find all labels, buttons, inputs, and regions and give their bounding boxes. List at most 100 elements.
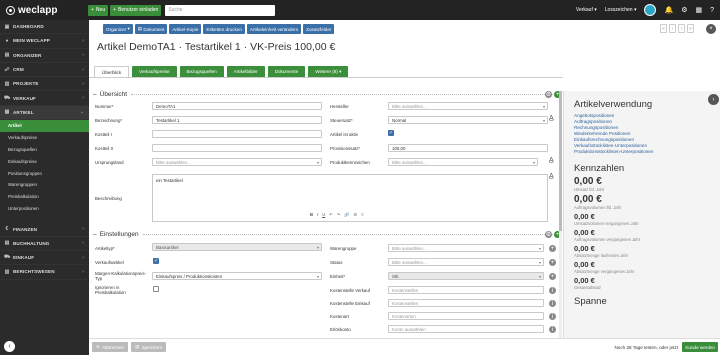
tab-ueberblick[interactable]: Überblick <box>94 66 130 77</box>
undo-icon[interactable]: ↶ <box>329 212 333 218</box>
status-select[interactable]: Bitte auswählen... ▾ <box>388 258 544 266</box>
provision-field[interactable]: 100,00 <box>388 144 548 152</box>
italic-icon[interactable]: I <box>317 212 318 218</box>
avatar[interactable] <box>644 4 657 16</box>
close-icon[interactable]: × <box>706 24 716 34</box>
invite-user-button[interactable]: + Benutzer einladen <box>110 4 162 16</box>
bezeichnung-field[interactable]: Testartikel 1 <box>152 116 322 124</box>
organizer-button[interactable]: Organizer ▾ <box>103 24 133 34</box>
bold-icon[interactable]: B <box>310 212 313 218</box>
collapse-sidebar-icon[interactable]: ‹ <box>4 340 15 352</box>
sidebar-item-dashboard[interactable]: ▣ DASHBOARD <box>0 20 89 35</box>
main-scrollbar[interactable] <box>559 91 562 338</box>
tab-bezugsquellen[interactable]: Bezugsquellen <box>179 66 224 77</box>
copy-article-button[interactable]: Artikel-Kopie <box>169 24 202 34</box>
tab-dokumente[interactable]: Dokumente <box>267 66 306 77</box>
einheit-select[interactable]: Stk. ▾ <box>388 272 544 280</box>
prev-record-icon[interactable]: ‹ <box>669 24 676 33</box>
sidebar-item-mein-weclapp[interactable]: ● MEIN WECLAPP › <box>0 34 89 49</box>
beschreibung-editor[interactable]: ein Testartikel B I U ↶ ↷ 🔗 ☰ ≡ <box>152 174 548 222</box>
ignorieren-checkbox[interactable] <box>153 286 159 292</box>
sidebar-item-buchhaltung[interactable]: ▤ BUCHHALTUNG › <box>0 237 89 252</box>
sidebar-item-berichtswesen[interactable]: ▥ BERICHTSWESEN › <box>0 265 89 280</box>
sidebar-subitem-positionsgruppen[interactable]: Positionsgruppen <box>0 167 89 179</box>
become-customer-button[interactable]: Kunde werden <box>682 342 718 352</box>
sidebar-item-crm[interactable]: ☍ CRM › <box>0 63 89 78</box>
ursprungsland-select[interactable]: Bitte auswählen... ▾ <box>152 158 322 166</box>
password-menu[interactable]: Losszeichen ▾ <box>605 7 637 13</box>
kpi-label: Absatzmenge vergangenes Jahr <box>574 269 635 274</box>
sales-menu[interactable]: Verkauf ▾ <box>576 7 597 13</box>
search-input[interactable]: Suche <box>165 4 276 16</box>
crm-icon: ☍ <box>4 66 10 73</box>
add-warengruppe-icon[interactable]: + <box>549 245 556 252</box>
info-icon[interactable]: i <box>549 287 556 294</box>
sidebar-item-artikel[interactable]: ▦ ARTIKEL ⌄ <box>0 105 89 121</box>
settings-icon[interactable]: ⚙ <box>545 91 552 98</box>
weclapp-logo[interactable]: weclapp <box>0 5 88 16</box>
usage-link[interactable]: Produktionsstücklisten-Unterpositionen <box>574 149 720 155</box>
info-icon[interactable]: i <box>549 313 556 320</box>
ordered-list-icon[interactable]: ≡ <box>361 212 363 218</box>
einheit-label: Einheit* <box>330 274 346 279</box>
info-icon[interactable]: i <box>549 326 556 333</box>
kostteil2-field[interactable] <box>152 144 322 152</box>
link-icon[interactable]: 🔗 <box>344 212 349 218</box>
change-unit-button[interactable]: Artikeleinheit verändern <box>246 24 302 34</box>
aktiv-checkbox[interactable] <box>388 130 394 136</box>
add-einheit-icon[interactable]: + <box>549 273 556 280</box>
tab-artikelbilder[interactable]: Artikelbilder <box>226 66 265 77</box>
steuersatz-select[interactable]: Normal ▾ <box>388 116 548 124</box>
erloeskonto-select[interactable]: Konto auswählen <box>388 325 544 333</box>
document-button[interactable]: ▤ Dokument <box>134 24 168 34</box>
bell-icon[interactable]: 🔔 <box>664 6 673 14</box>
kst-verkauf-select[interactable]: Kostenstellen <box>388 286 544 294</box>
save-button[interactable]: ▤ Speichern <box>131 342 167 352</box>
sidebar-subitem-preiskalkulation[interactable]: Preiskalkulation <box>0 191 89 203</box>
sidebar-subitem-warengruppen[interactable]: Warengruppen <box>0 179 89 191</box>
verkaufsartikel-checkbox[interactable] <box>153 258 159 264</box>
sidebar-item-einkauf[interactable]: ⛟ EINKAUF › <box>0 251 89 266</box>
tab-verkaufspreise[interactable]: Verkaufspreise <box>132 66 177 77</box>
sidebar-item-finanzen[interactable]: € FINANZEN › <box>0 222 89 237</box>
underline-icon[interactable]: U <box>322 212 325 218</box>
next-record-icon[interactable]: › <box>678 24 685 33</box>
unordered-list-icon[interactable]: ☰ <box>353 212 357 218</box>
margen-select[interactable]: Einkaufspreis / Produktionskosten ▾ <box>152 272 322 280</box>
grid-icon[interactable]: ▦ <box>695 6 702 14</box>
logo-icon <box>6 5 15 15</box>
artikeltyp-select[interactable]: Basisartikel ▾ <box>152 243 322 251</box>
nummer-field[interactable]: DemoTA1 <box>152 102 322 110</box>
help-icon[interactable]: ? <box>710 7 714 14</box>
sidebar-item-projekte[interactable]: ▥ PROJEKTE › <box>0 77 89 92</box>
sidebar-subitem-artikel[interactable]: Artikel <box>0 120 89 132</box>
last-record-icon[interactable]: » <box>687 24 694 33</box>
settings-icon[interactable]: ⚙ <box>545 231 552 238</box>
hersteller-select[interactable]: Bitte auswählen... ▾ <box>388 102 548 110</box>
first-record-icon[interactable]: « <box>660 24 667 33</box>
sidebar-item-verkauf[interactable]: ⛟ VERKAUF › <box>0 91 89 106</box>
sidebar-subitem-bezugsquellen[interactable]: Bezugsquellen <box>0 144 89 156</box>
cancel-button[interactable]: ⊘ Abbrechen <box>92 342 129 352</box>
redo-icon[interactable]: ↷ <box>337 212 341 218</box>
kst-einkauf-select[interactable]: Kostenstellen <box>388 299 544 307</box>
translate-icon[interactable]: A̲ <box>549 173 554 180</box>
new-button[interactable]: + Neu <box>88 4 109 16</box>
add-status-icon[interactable]: + <box>549 259 556 266</box>
translate-icon[interactable]: A̲ <box>549 157 554 164</box>
sidebar-item-organizer[interactable]: ▤ ORGANIZER › <box>0 49 89 63</box>
sidebar-subitem-einkaufspreise[interactable]: Einkaufspreise <box>0 155 89 167</box>
produktkennzeichen-select[interactable]: Bitte auswählen... ▾ <box>388 158 538 166</box>
info-icon[interactable]: i <box>549 300 556 307</box>
warengruppe-select[interactable]: Bitte auswählen... ▾ <box>388 244 544 252</box>
extra-fields-button[interactable]: Zusatzfelder <box>303 24 335 34</box>
translate-icon[interactable]: A̲ <box>549 115 554 122</box>
sidebar-subitem-verkaufspreise[interactable]: Verkaufspreise <box>0 132 89 144</box>
tab-weitere[interactable]: Weitere (8) ▾ <box>308 66 349 77</box>
panel-toggle-icon[interactable]: › <box>708 94 719 105</box>
sidebar-subitem-unterpositionen[interactable]: Unterpositionen <box>0 203 89 215</box>
kostenart-select[interactable]: Kostenarten <box>388 312 544 320</box>
gear-icon[interactable]: ⚙ <box>681 6 687 14</box>
print-labels-button[interactable]: Etiketten drucken <box>203 24 245 34</box>
kostteil1-field[interactable] <box>152 130 322 138</box>
